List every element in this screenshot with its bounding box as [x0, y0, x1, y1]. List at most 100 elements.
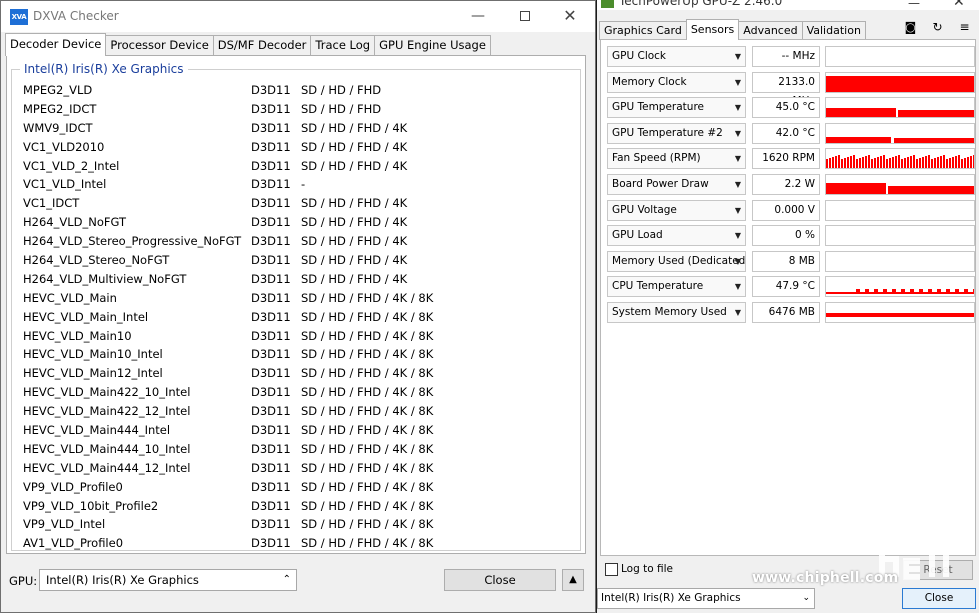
decoder-resolutions: SD / HD / FHD / 4K / 8K: [301, 479, 434, 494]
tab-gpu-engine-usage[interactable]: GPU Engine Usage: [374, 35, 491, 56]
decoder-name: MPEG2_IDCT: [23, 101, 97, 116]
decoder-row[interactable]: HEVC_VLD_Main10 D3D11 SD / HD / FHD / 4K /…: [19, 327, 579, 346]
gpu-label: GPU:: [9, 574, 38, 588]
dxva-titlebar[interactable]: XVA DXVA Checker — ✕: [1, 1, 595, 32]
decoder-row[interactable]: HEVC_VLD_Main422_10_Intel D3D11 SD / HD / …: [19, 383, 579, 402]
sensor-name-dropdown[interactable]: GPU Temperature #2 ▼: [607, 122, 746, 144]
gpuz-close-button[interactable]: Close: [902, 588, 976, 609]
graph-bar: [829, 158, 831, 169]
decoder-row[interactable]: MPEG2_VLD D3D11 SD / HD / FHD: [19, 81, 579, 100]
tab-trace-log[interactable]: Trace Log: [310, 35, 376, 56]
decoder-api: D3D11: [251, 328, 291, 343]
graph-bar: [856, 289, 860, 293]
decoder-row[interactable]: VC1_VLD_2_Intel D3D11 SD / HD / FHD / 4K: [19, 157, 579, 176]
tab-processor-device[interactable]: Processor Device: [105, 35, 214, 56]
tab-decoder-device[interactable]: Decoder Device: [5, 33, 107, 56]
decoder-resolutions: -: [301, 177, 306, 192]
decoder-row[interactable]: HEVC_VLD_Main444_10_Intel D3D11 SD / HD / …: [19, 440, 579, 459]
decoder-name: HEVC_VLD_Main: [23, 290, 117, 305]
decoder-name: VP9_VLD_Intel: [23, 517, 106, 532]
log-to-file-checkbox[interactable]: [605, 563, 618, 576]
refresh-icon[interactable]: ↻: [930, 20, 945, 34]
decoder-api: D3D11: [251, 441, 291, 456]
decoder-row[interactable]: H264_VLD_Stereo_NoFGT D3D11 SD / HD / FHD …: [19, 251, 579, 270]
dropdown-arrow-icon: ▼: [734, 103, 741, 113]
dxva-tab-bar: Decoder Device Processor Device DS/MF De…: [5, 33, 491, 56]
chevron-up-icon: ⌃: [282, 574, 291, 585]
tab-graphics-card[interactable]: Graphics Card: [599, 21, 687, 40]
decoder-resolutions: SD / HD / FHD / 4K: [301, 253, 408, 268]
decoder-name: MPEG2_VLD: [23, 83, 93, 97]
decoder-row[interactable]: HEVC_VLD_Main_Intel D3D11 SD / HD / FHD / …: [19, 308, 579, 327]
dxva-app-icon: XVA: [10, 9, 28, 25]
decoder-list[interactable]: MPEG2_VLD D3D11 SD / HD / FHD MPEG2_IDCT D3D…: [19, 81, 579, 553]
decoder-api: D3D11: [251, 290, 291, 305]
sensor-name-dropdown[interactable]: Memory Clock ▼: [607, 71, 746, 93]
gpuz-close-icon[interactable]: ✕: [953, 0, 965, 10]
decoder-row[interactable]: H264_VLD_NoFGT D3D11 SD / HD / FHD / 4K: [19, 213, 579, 232]
decoder-row[interactable]: HEVC_VLD_Main D3D11 SD / HD / FHD / 4K / 8…: [19, 289, 579, 308]
decoder-resolutions: SD / HD / FHD / 4K / 8K: [301, 328, 434, 343]
decoder-row[interactable]: VC1_VLD2010 D3D11 SD / HD / FHD / 4K: [19, 138, 579, 157]
sensor-name-dropdown[interactable]: System Memory Used ▼: [607, 301, 746, 323]
decoder-row[interactable]: HEVC_VLD_Main444_Intel D3D11 SD / HD / FHD…: [19, 421, 579, 440]
tab-sensors[interactable]: Sensors: [685, 19, 740, 40]
sensor-graph: [825, 276, 975, 298]
tab-ds-mf-decoder[interactable]: DS/MF Decoder: [212, 35, 312, 56]
close-button[interactable]: Close: [444, 569, 556, 591]
dropdown-arrow-icon: ▼: [734, 179, 741, 189]
decoder-api: D3D11: [251, 271, 291, 286]
graph-bar: [826, 292, 974, 295]
sensor-name-dropdown[interactable]: Fan Speed (RPM) ▼: [607, 148, 746, 170]
gpuz-titlebar[interactable]: TechPowerUp GPU-Z 2.46.0 — ✕: [597, 0, 979, 10]
decoder-row[interactable]: VC1_IDCT D3D11 SD / HD / FHD / 4K: [19, 194, 579, 213]
tab-advanced[interactable]: Advanced: [738, 21, 803, 40]
graph-bar: [874, 158, 876, 169]
gpuz-minimize-icon[interactable]: —: [908, 0, 920, 10]
sensor-name-dropdown[interactable]: Board Power Draw ▼: [607, 173, 746, 195]
graph-bar: [868, 155, 870, 169]
decoder-row[interactable]: AV1_VLD_Profile0 D3D11 SD / HD / FHD / 4K …: [19, 534, 579, 553]
graph-bar: [853, 155, 855, 169]
dropdown-arrow-icon: ▼: [734, 307, 741, 317]
sensor-graph-plot: [826, 226, 974, 245]
decoder-row[interactable]: HEVC_VLD_Main444_12_Intel D3D11 SD / HD / …: [19, 459, 579, 478]
decoder-row[interactable]: WMV9_IDCT D3D11 SD / HD / FHD / 4K: [19, 119, 579, 138]
sensor-name-dropdown[interactable]: GPU Clock ▼: [607, 46, 746, 67]
sensor-name: GPU Voltage: [612, 203, 677, 216]
decoder-api: D3D11: [251, 498, 291, 513]
decoder-row[interactable]: H264_VLD_Multiview_NoFGT D3D11 SD / HD / F…: [19, 270, 579, 289]
decoder-row[interactable]: HEVC_VLD_Main422_12_Intel D3D11 SD / HD / …: [19, 402, 579, 421]
expand-up-button[interactable]: ▲: [562, 569, 584, 591]
sensor-name-dropdown[interactable]: GPU Load ▼: [607, 225, 746, 247]
graph-bar: [835, 156, 837, 169]
menu-icon[interactable]: ≡: [957, 20, 972, 34]
sensor-graph-plot: [826, 289, 974, 295]
sensor-name-dropdown[interactable]: GPU Voltage ▼: [607, 199, 746, 221]
decoder-row[interactable]: VC1_VLD_Intel D3D11-: [19, 175, 579, 194]
decoder-row[interactable]: HEVC_VLD_Main10_Intel D3D11 SD / HD / FHD …: [19, 345, 579, 364]
decoder-row[interactable]: H264_VLD_Stereo_Progressive_NoFGT D3D11 SD…: [19, 232, 579, 251]
gpuz-gpu-select[interactable]: Intel(R) Iris(R) Xe Graphics ⌄: [597, 588, 815, 609]
decoder-row[interactable]: VP9_VLD_Profile0 D3D11 SD / HD / FHD / 4K …: [19, 478, 579, 497]
maximize-icon[interactable]: [514, 6, 536, 26]
minimize-icon[interactable]: —: [467, 6, 489, 26]
sensor-name-dropdown[interactable]: GPU Temperature ▼: [607, 97, 746, 119]
decoder-row[interactable]: VP9_VLD_10bit_Profile2 D3D11 SD / HD / FHD…: [19, 497, 579, 516]
sensor-graph-plot: [826, 155, 974, 169]
close-icon[interactable]: ✕: [559, 6, 581, 26]
graph-bar: [931, 159, 933, 169]
sensor-name-dropdown[interactable]: CPU Temperature ▼: [607, 276, 746, 298]
camera-icon[interactable]: ◙: [903, 20, 918, 34]
tab-validation[interactable]: Validation: [801, 21, 866, 40]
window-title: DXVA Checker: [33, 9, 119, 23]
sensor-name-dropdown[interactable]: Memory Used (Dedicated) ▼: [607, 250, 746, 272]
decoder-name: H264_VLD_Multiview_NoFGT: [23, 271, 187, 286]
decoder-resolutions: SD / HD / FHD / 4K / 8K: [301, 441, 434, 456]
decoder-row[interactable]: MPEG2_IDCT D3D11 SD / HD / FHD: [19, 100, 579, 119]
decoder-row[interactable]: VP9_VLD_Intel D3D11 SD / HD / FHD / 4K / 8…: [19, 515, 579, 534]
decoder-resolutions: SD / HD / FHD: [301, 101, 382, 116]
dropdown-arrow-icon: ▼: [734, 77, 741, 87]
decoder-row[interactable]: HEVC_VLD_Main12_Intel D3D11 SD / HD / FHD …: [19, 364, 579, 383]
gpu-select[interactable]: Intel(R) Iris(R) Xe Graphics ⌃: [39, 569, 297, 591]
